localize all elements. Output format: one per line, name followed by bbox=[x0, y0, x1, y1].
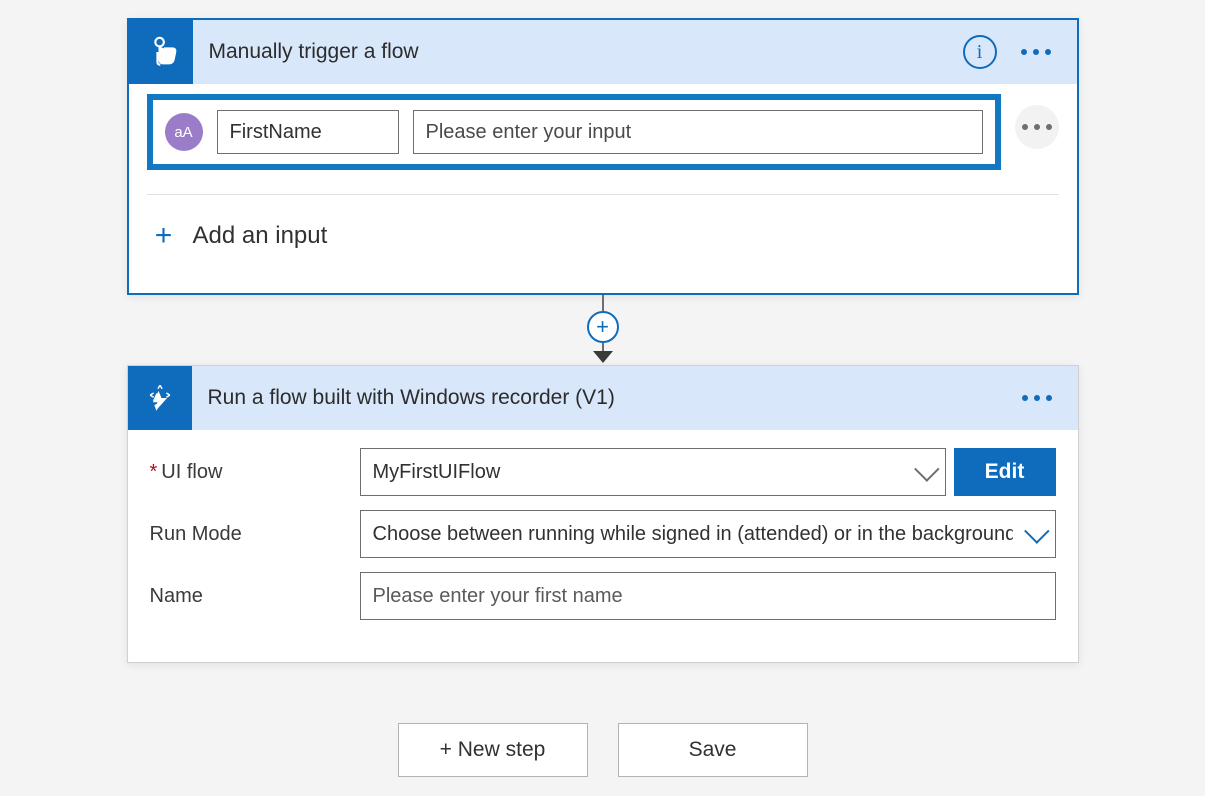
flow-designer-canvas: Manually trigger a flow i aA FirstName P… bbox=[0, 0, 1205, 777]
insert-step-button[interactable]: + bbox=[587, 311, 619, 343]
input-description-field[interactable]: Please enter your input bbox=[413, 110, 983, 154]
action-card: Run a flow built with Windows recorder (… bbox=[127, 365, 1079, 663]
required-mark: * bbox=[150, 461, 158, 483]
uiflow-select[interactable]: MyFirstUIFlow bbox=[360, 448, 946, 496]
action-title: Run a flow built with Windows recorder (… bbox=[208, 386, 998, 410]
new-step-button[interactable]: + New step bbox=[398, 723, 588, 777]
text-type-icon: aA bbox=[165, 113, 203, 151]
runmode-row: Run Mode Choose between running while si… bbox=[150, 510, 1056, 558]
add-input-button[interactable]: + Add an input bbox=[147, 195, 1059, 283]
name-label: Name bbox=[150, 585, 360, 608]
ui-flow-action-icon bbox=[128, 366, 192, 430]
uiflow-label: *UI flow bbox=[150, 461, 360, 484]
action-body: *UI flow MyFirstUIFlow Edit Run Mode Cho… bbox=[128, 430, 1078, 662]
footer-actions: + New step Save bbox=[0, 723, 1205, 777]
save-button[interactable]: Save bbox=[618, 723, 808, 777]
input-row-more-menu[interactable] bbox=[1015, 105, 1059, 149]
trigger-body: aA FirstName Please enter your input + A… bbox=[129, 84, 1077, 293]
input-name-field[interactable]: FirstName bbox=[217, 110, 399, 154]
runmode-select[interactable]: Choose between running while signed in (… bbox=[360, 510, 1056, 558]
chevron-down-icon bbox=[1024, 518, 1049, 543]
manual-trigger-icon bbox=[129, 20, 193, 84]
name-row: Name Please enter your first name bbox=[150, 572, 1056, 620]
trigger-card: Manually trigger a flow i aA FirstName P… bbox=[127, 18, 1079, 295]
action-more-menu[interactable] bbox=[1014, 387, 1060, 409]
trigger-more-menu[interactable] bbox=[1013, 41, 1059, 63]
action-header[interactable]: Run a flow built with Windows recorder (… bbox=[128, 366, 1078, 430]
connector: + bbox=[127, 295, 1079, 365]
info-icon[interactable]: i bbox=[963, 35, 997, 69]
trigger-title: Manually trigger a flow bbox=[209, 40, 947, 64]
arrow-down-icon bbox=[593, 351, 613, 363]
plus-icon: + bbox=[151, 221, 177, 251]
chevron-down-icon bbox=[914, 456, 939, 481]
input-parameter-row: aA FirstName Please enter your input bbox=[147, 94, 1001, 170]
uiflow-row: *UI flow MyFirstUIFlow Edit bbox=[150, 448, 1056, 496]
trigger-header[interactable]: Manually trigger a flow i bbox=[129, 20, 1077, 84]
edit-uiflow-button[interactable]: Edit bbox=[954, 448, 1056, 496]
runmode-label: Run Mode bbox=[150, 523, 360, 546]
name-input[interactable]: Please enter your first name bbox=[360, 572, 1056, 620]
